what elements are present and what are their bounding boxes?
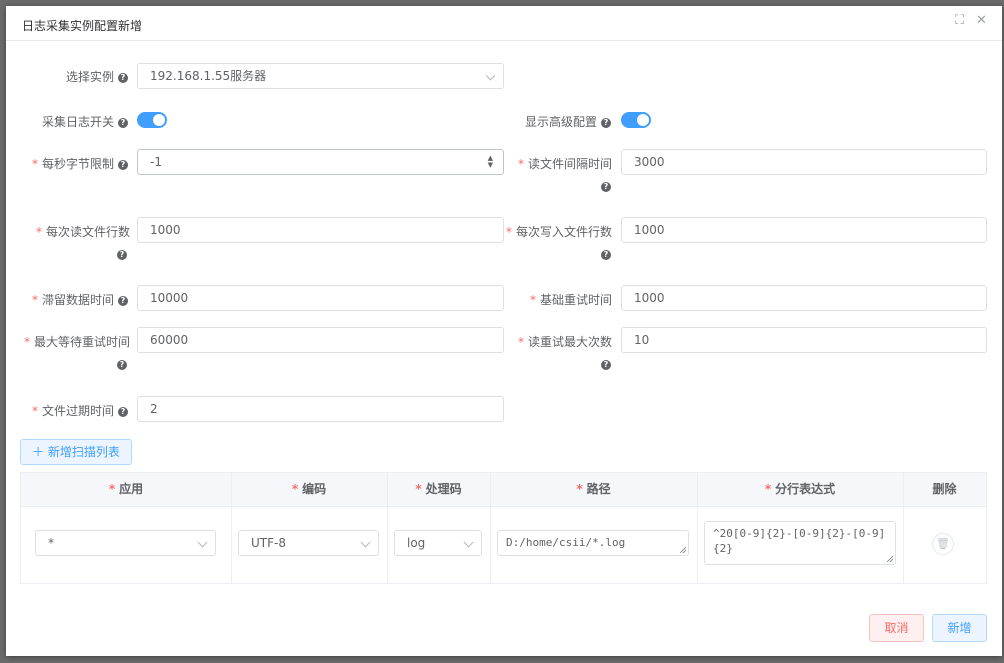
- app-select[interactable]: *: [35, 530, 216, 556]
- encoding-select[interactable]: UTF-8: [238, 530, 379, 556]
- dialog-title: 日志采集实例配置新增: [22, 19, 143, 33]
- bytes-limit-input[interactable]: -1 ▲ ▼: [137, 149, 504, 175]
- delete-row-button[interactable]: 🗑: [932, 533, 954, 555]
- instance-select[interactable]: 192.168.1.55服务器: [137, 63, 504, 89]
- scan-table: * 应用 * 编码 * 处理码 * 路径 * 分行表达式 删除 * UTF-8 log D…: [20, 472, 987, 584]
- cancel-button[interactable]: 取消: [869, 614, 924, 642]
- stepper-icon[interactable]: ▲ ▼: [488, 155, 493, 169]
- retention-time-input[interactable]: 10000: [137, 285, 504, 311]
- chevron-down-icon: [485, 70, 496, 81]
- path-textarea[interactable]: D:/home/csii/*.log: [497, 530, 689, 556]
- advanced-switch-label: 显示高级配置?: [511, 113, 611, 130]
- lines-per-read-input[interactable]: 1000: [137, 217, 504, 243]
- bytes-limit-label: * 每秒字节限制?: [16, 155, 128, 172]
- close-icon[interactable]: ✕: [976, 14, 987, 28]
- fullscreen-icon[interactable]: ⛶: [955, 14, 964, 28]
- table-header: * 应用 * 编码 * 处理码 * 路径 * 分行表达式 删除: [21, 473, 986, 507]
- base-retry-input[interactable]: 1000: [621, 285, 987, 311]
- plus-icon: ＋: [32, 445, 45, 459]
- help-icon[interactable]: ?: [118, 159, 128, 170]
- trash-icon: 🗑: [936, 537, 950, 550]
- col-header-encoding: * 编码: [291, 482, 327, 496]
- help-icon[interactable]: ?: [601, 250, 611, 260]
- lines-per-write-input[interactable]: 1000: [621, 217, 987, 243]
- base-retry-label: * 基础重试时间: [529, 293, 612, 307]
- col-header-delete: 删除: [932, 482, 957, 496]
- read-interval-input[interactable]: 3000: [621, 149, 987, 175]
- help-icon[interactable]: ?: [117, 360, 127, 370]
- help-icon[interactable]: ?: [118, 406, 128, 417]
- help-icon[interactable]: ?: [601, 360, 611, 370]
- max-read-retry-label: * 读重试最大次数: [517, 335, 612, 349]
- help-icon[interactable]: ?: [118, 295, 128, 306]
- advanced-config-switch[interactable]: [621, 112, 651, 128]
- max-wait-retry-label: * 最大等待重试时间: [23, 335, 130, 349]
- lines-per-read-label: * 每次读文件行数: [35, 225, 130, 239]
- submit-button[interactable]: 新增: [932, 614, 987, 642]
- collect-switch-label: 采集日志开关?: [26, 113, 128, 130]
- col-header-app: * 应用: [108, 482, 144, 496]
- chevron-down-icon: [463, 537, 474, 548]
- max-wait-retry-input[interactable]: 60000: [137, 327, 504, 353]
- handler-select[interactable]: log: [394, 530, 482, 556]
- file-expire-input[interactable]: 2: [137, 396, 504, 422]
- instance-label: 选择实例?: [26, 68, 128, 85]
- col-header-regex: * 分行表达式: [764, 482, 836, 496]
- col-header-path: * 路径: [576, 482, 611, 496]
- lines-per-write-label: * 每次写入文件行数: [505, 225, 612, 239]
- resize-handle[interactable]: [680, 547, 686, 553]
- collect-log-switch[interactable]: [137, 112, 167, 128]
- read-interval-label: * 读文件间隔时间: [517, 157, 612, 171]
- max-read-retry-input[interactable]: 10: [621, 327, 987, 353]
- resize-handle[interactable]: [887, 556, 893, 562]
- help-icon[interactable]: ?: [601, 182, 611, 192]
- help-icon[interactable]: ?: [117, 250, 127, 260]
- retention-time-label: * 滞留数据时间?: [16, 291, 128, 308]
- config-dialog: 日志采集实例配置新增 ⛶ ✕ 选择实例? 192.168.1.55服务器 采集日…: [6, 6, 1002, 656]
- chevron-down-icon: [360, 537, 371, 548]
- regex-textarea[interactable]: ^20[0-9]{2}-[0-9]{2}-[0-9]{2}: [704, 521, 896, 565]
- help-icon[interactable]: ?: [118, 117, 128, 128]
- col-header-handler: * 处理码: [415, 482, 462, 496]
- chevron-down-icon: [197, 537, 208, 548]
- help-icon[interactable]: ?: [601, 117, 611, 128]
- dialog-header: 日志采集实例配置新增 ⛶ ✕: [6, 6, 1002, 41]
- add-scan-list-button[interactable]: ＋ 新增扫描列表: [20, 439, 132, 465]
- file-expire-label: * 文件过期时间?: [16, 402, 128, 419]
- help-icon[interactable]: ?: [118, 72, 128, 83]
